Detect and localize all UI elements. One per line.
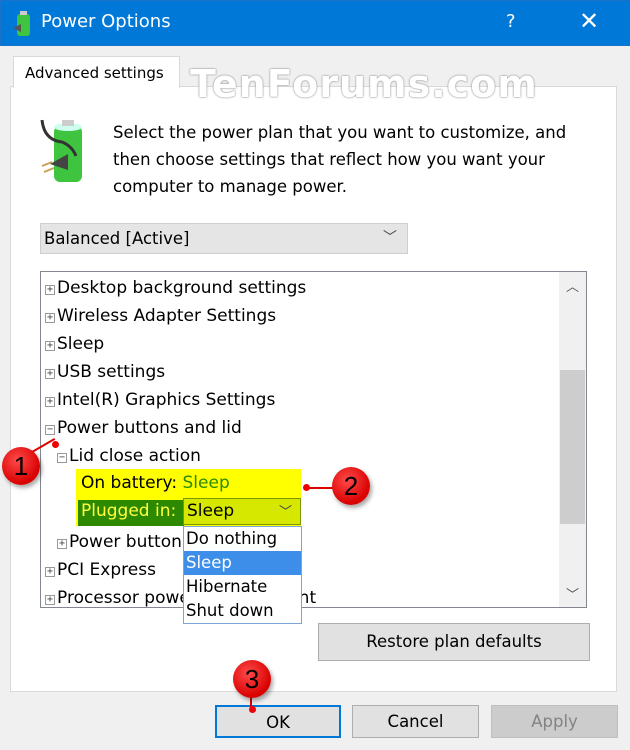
callout-3-dot xyxy=(249,706,256,713)
tree-item-label: Sleep xyxy=(57,334,105,354)
plugged-in-value: Sleep xyxy=(187,501,235,521)
scroll-up-icon[interactable]: ︿ xyxy=(559,276,586,295)
callout-2-dot xyxy=(303,484,310,491)
window-title: Power Options xyxy=(41,11,171,32)
apply-button[interactable]: Apply xyxy=(491,705,618,738)
tree-item[interactable]: − Lid close action xyxy=(57,442,201,470)
dropdown-option[interactable]: Shut down xyxy=(184,599,301,623)
plugged-in-dropdown-list: Do nothing Sleep Hibernate Shut down xyxy=(183,526,302,624)
plugged-in-label: Plugged in: xyxy=(78,500,184,526)
tree-item[interactable]: + USB settings xyxy=(45,358,165,386)
dropdown-option[interactable]: Sleep xyxy=(184,551,301,575)
expand-icon[interactable]: + xyxy=(45,369,55,379)
chevron-down-icon: ﹀ xyxy=(278,505,292,520)
callout-1-dot xyxy=(52,441,59,448)
collapse-icon[interactable]: − xyxy=(57,453,67,463)
power-plan-select[interactable]: Balanced [Active] ﹀ xyxy=(40,223,408,254)
callout-1: 1 xyxy=(2,447,40,485)
close-button[interactable]: ✕ xyxy=(579,7,599,35)
tree-item[interactable]: + Sleep xyxy=(45,330,104,358)
on-battery-setting[interactable]: On battery: Sleep xyxy=(81,473,230,493)
watermark: TenForums.com xyxy=(190,62,538,106)
expand-icon[interactable]: + xyxy=(45,313,55,323)
dropdown-option[interactable]: Hibernate xyxy=(184,575,301,599)
tree-item[interactable]: + Desktop background settings xyxy=(45,274,306,302)
help-button[interactable]: ? xyxy=(506,11,516,32)
ok-button[interactable]: OK xyxy=(215,705,341,738)
tree-item[interactable]: + Intel(R) Graphics Settings xyxy=(45,386,275,414)
tree-item-label: Wireless Adapter Settings xyxy=(57,306,277,326)
scrollbar[interactable]: ︿ ﹀ xyxy=(559,272,586,607)
expand-icon[interactable]: + xyxy=(57,539,67,549)
collapse-icon[interactable]: − xyxy=(45,425,55,435)
power-options-battery-icon xyxy=(13,11,30,36)
tab-advanced-settings[interactable]: Advanced settings xyxy=(13,56,180,88)
description-text: Select the power plan that you want to c… xyxy=(113,123,567,196)
scrollbar-thumb[interactable] xyxy=(560,370,585,524)
tree-item[interactable]: − Power buttons and lid xyxy=(45,414,242,442)
callout-3: 3 xyxy=(233,660,271,698)
power-plan-value: Balanced [Active] xyxy=(44,229,190,248)
expand-icon[interactable]: + xyxy=(45,285,55,295)
on-battery-label: On battery: xyxy=(81,473,178,493)
scroll-down-icon[interactable]: ﹀ xyxy=(559,584,586,603)
cancel-button[interactable]: Cancel xyxy=(352,705,479,738)
plugged-in-select[interactable]: Sleep ﹀ xyxy=(183,498,301,525)
expand-icon[interactable]: + xyxy=(45,341,55,351)
settings-tree[interactable]: + Desktop background settings + Wireless Ad… xyxy=(40,271,587,608)
battery-plug-icon xyxy=(40,119,82,182)
tree-item-label: Desktop background settings xyxy=(57,278,307,298)
tree-item-label: Power buttons and lid xyxy=(57,418,242,438)
chevron-down-icon: ﹀ xyxy=(383,230,397,246)
tree-item-label: Intel(R) Graphics Settings xyxy=(57,390,276,410)
tree-item-label: Lid close action xyxy=(69,446,201,466)
title-bar: Power Options ? ✕ xyxy=(0,0,630,46)
expand-icon[interactable]: + xyxy=(45,397,55,407)
tree-item-label: PCI Express xyxy=(57,560,156,580)
callout-2: 2 xyxy=(332,467,370,505)
dropdown-option[interactable]: Do nothing xyxy=(184,527,301,551)
tree-item[interactable]: + Wireless Adapter Settings xyxy=(45,302,276,330)
expand-icon[interactable]: + xyxy=(45,567,55,577)
tree-item[interactable]: + PCI Express xyxy=(45,556,156,584)
restore-plan-defaults-button[interactable]: Restore plan defaults xyxy=(318,623,590,661)
on-battery-value: Sleep xyxy=(182,473,230,493)
expand-icon[interactable]: + xyxy=(45,595,55,605)
tree-item-label: USB settings xyxy=(57,362,166,382)
